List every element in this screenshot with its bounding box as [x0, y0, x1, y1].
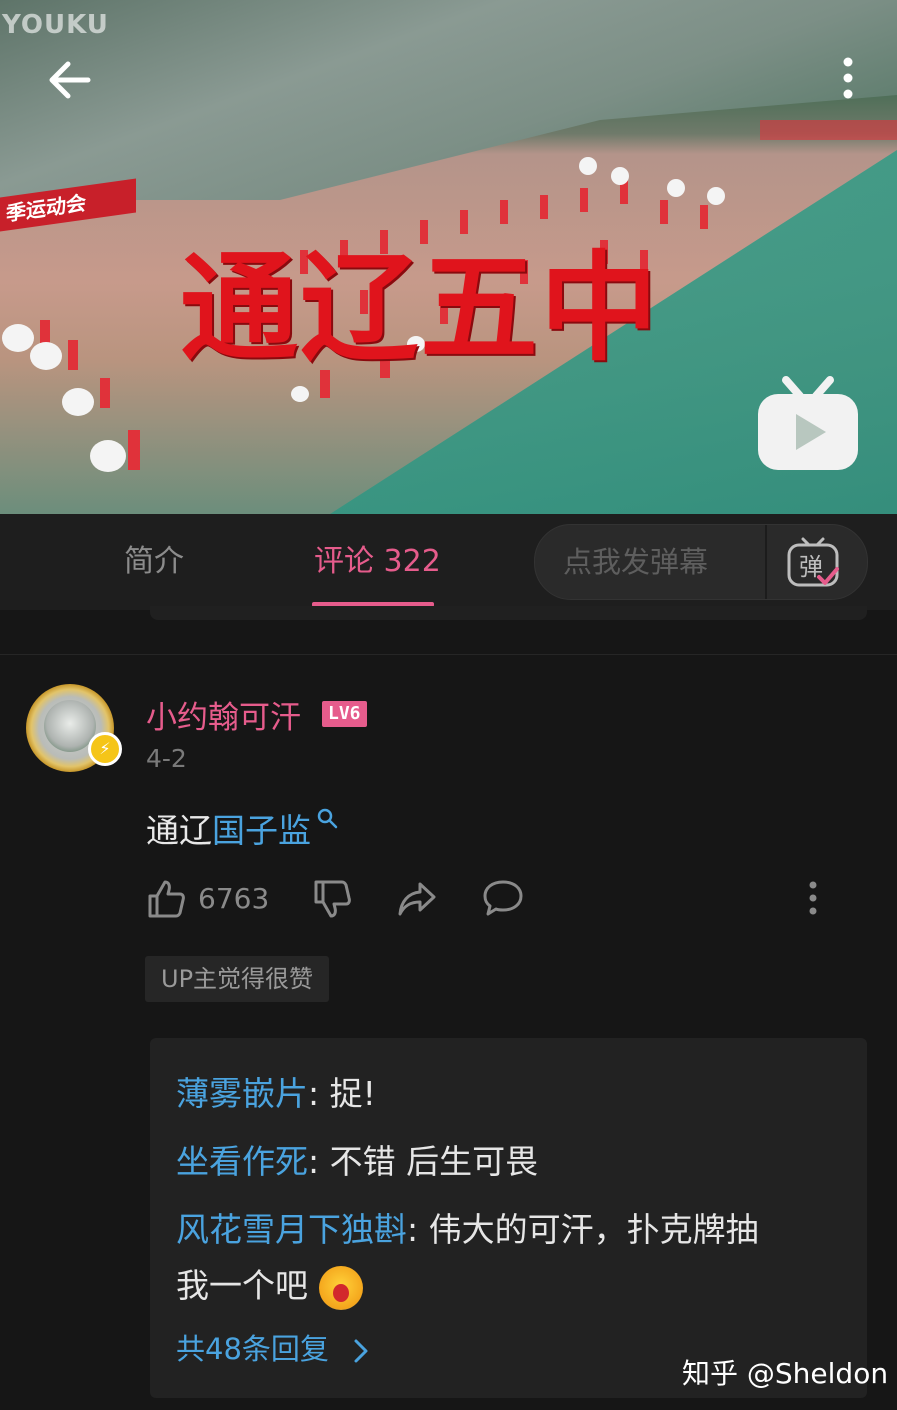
reply-text: 不错 后生可畏	[329, 1142, 539, 1181]
reply-icon	[483, 880, 523, 916]
comment-more-button[interactable]	[800, 878, 826, 922]
up-liked-badge: UP主觉得很赞	[145, 956, 330, 1002]
reply-separator: :	[308, 1142, 330, 1181]
danmaku-toggle-button[interactable]: 弹	[785, 535, 841, 591]
reply-text: 捉!	[329, 1074, 376, 1113]
crying-emoji-icon	[318, 1265, 363, 1310]
comment-body: 通辽国子监	[146, 804, 339, 852]
divider	[0, 654, 897, 655]
danmaku-divider	[765, 525, 767, 599]
comment-actions: 6763	[0, 870, 897, 930]
danmaku-bar: 点我发弹幕 弹	[534, 524, 868, 600]
reply-username[interactable]: 薄雾嵌片	[176, 1074, 308, 1113]
like-button[interactable]	[146, 878, 186, 924]
like-count: 6763	[198, 882, 270, 915]
reply-username[interactable]: 风花雪月下独斟	[176, 1210, 407, 1249]
bilibili-tv-button[interactable]	[756, 376, 860, 472]
tab-bottom-strip	[150, 606, 867, 620]
reply-item[interactable]: 薄雾嵌片: 捉!	[176, 1066, 816, 1122]
danmaku-icon: 弹	[787, 537, 839, 587]
reply-username[interactable]: 坐看作死	[176, 1142, 308, 1181]
back-arrow-icon	[49, 61, 91, 99]
reply-separator: :	[407, 1210, 429, 1249]
level-badge: LV6	[322, 701, 367, 727]
search-icon[interactable]	[315, 806, 339, 830]
share-icon	[398, 882, 436, 916]
reply-preview-box[interactable]: 薄雾嵌片: 捉! 坐看作死: 不错 后生可畏 风花雪月下独斟: 伟大的可汗，扑克…	[150, 1038, 867, 1398]
share-button[interactable]	[396, 878, 438, 922]
bilibili-tv-icon	[758, 376, 858, 470]
danmaku-input[interactable]: 点我发弹幕	[563, 525, 708, 599]
avatar[interactable]: ⚡	[26, 684, 122, 772]
comment-date: 4-2	[146, 744, 187, 773]
reply-button[interactable]	[482, 878, 524, 922]
video-more-button[interactable]	[832, 56, 864, 102]
tab-intro[interactable]: 简介	[124, 514, 184, 610]
video-overlay-title: 通辽五中	[180, 239, 661, 377]
dislike-button[interactable]	[312, 878, 352, 924]
back-button[interactable]	[44, 54, 96, 106]
reply-text: 伟大的可汗，扑克牌抽	[428, 1210, 759, 1249]
more-vertical-icon	[843, 57, 853, 99]
tab-bar: 简介 评论 322 点我发弹幕 弹	[0, 514, 897, 610]
comment-keyword-link[interactable]: 国子监	[212, 811, 311, 850]
reply-item[interactable]: 风花雪月下独斟: 伟大的可汗，扑克牌抽 我一个吧	[176, 1202, 816, 1314]
video-watermark: YOUKU	[2, 10, 109, 40]
zhihu-watermark: 知乎 @Sheldon	[682, 1357, 889, 1390]
more-vertical-icon	[809, 881, 817, 915]
comment-username[interactable]: 小约翰可汗	[146, 692, 301, 737]
reply-text-continued: 我一个吧	[176, 1266, 308, 1305]
reply-separator: :	[308, 1074, 330, 1113]
tab-comments[interactable]: 评论 322	[314, 514, 441, 610]
comment-text: 通辽	[146, 811, 212, 850]
reply-item[interactable]: 坐看作死: 不错 后生可畏	[176, 1134, 816, 1190]
more-replies-label: 共48条回复	[176, 1332, 329, 1366]
view-more-replies-link[interactable]: 共48条回复	[176, 1326, 372, 1368]
thumbs-down-icon	[314, 880, 351, 918]
thumbs-up-icon	[148, 880, 185, 918]
lightning-badge-icon: ⚡	[88, 732, 122, 766]
video-player[interactable]: 季运动会 YOUKU 通辽五中	[0, 0, 897, 514]
chevron-right-icon	[354, 1339, 368, 1363]
